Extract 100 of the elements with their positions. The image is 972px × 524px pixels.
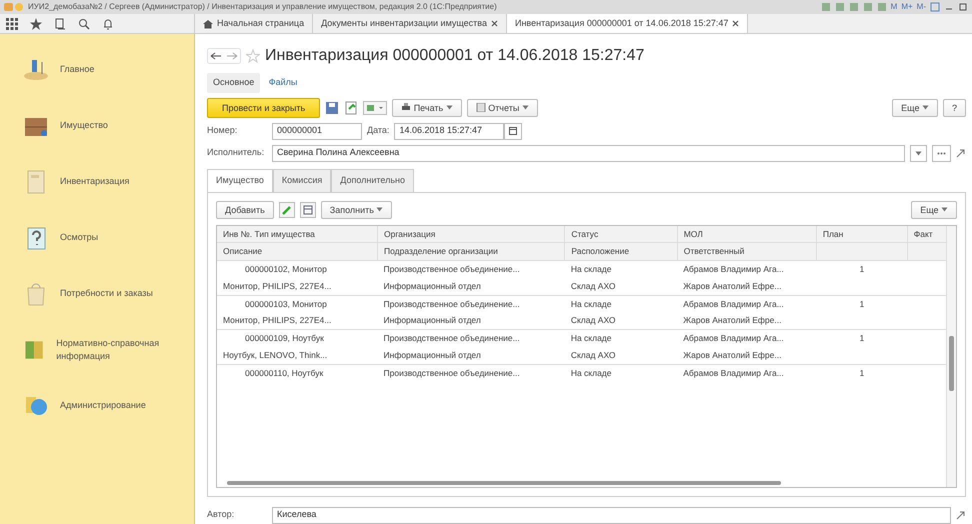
table-cell: Жаров Анатолий Ефре... [677,346,816,364]
field-label: Номер: [207,124,238,138]
memory-button[interactable]: M [890,1,898,13]
calendar-icon [509,127,518,135]
post-and-close-button[interactable]: Провести и закрыть [207,98,320,118]
bell-icon[interactable] [102,18,114,30]
sidebar-item[interactable]: Имущество [0,98,194,154]
sidebar-item[interactable]: Осмотры [0,210,194,266]
table-cell: Производственное объединение... [378,364,565,382]
more-button[interactable]: Еще [911,200,957,218]
table-cell: Производственное объединение... [378,330,565,347]
column-header: Организация [378,226,565,243]
table-cell: На складе [564,260,678,278]
field-label: Автор: [207,508,236,522]
caret-icon [941,207,948,212]
history-icon[interactable] [54,18,66,30]
table-cell: Производственное объединение... [378,260,565,278]
table-cell: Жаров Анатолий Ефре... [677,278,816,295]
table-cell: 000000102, Монитор [217,260,378,278]
document-icon[interactable] [344,100,358,114]
form-tab[interactable]: Комиссия [272,169,332,192]
table-cell: 1 [816,364,908,382]
column-header: Инв №. Тип имущества [217,226,378,243]
column-header: Описание [217,242,378,260]
sidebar-item[interactable]: Главное [0,42,194,98]
printer-icon [401,103,412,112]
table-cell: Абрамов Владимир Ага... [677,330,816,347]
table-icon[interactable] [300,202,316,218]
column-header: Подразделение организации [378,242,565,260]
close-icon[interactable] [490,20,498,27]
reports-button[interactable]: Отчеты [466,98,538,116]
column-header: Ответственный [677,242,816,260]
calendar-button[interactable] [504,122,522,140]
table-cell: Ноутбук, LENOVO, Think... [217,346,378,364]
help-button[interactable]: ? [942,98,966,116]
table-cell: Абрамов Владимир Ага... [677,295,816,312]
executor-field[interactable]: Сверина Полина Алексеевна [272,144,905,162]
star-icon[interactable] [30,18,42,30]
vertical-scrollbar[interactable] [946,226,956,486]
memory-button[interactable]: M+ [901,1,913,13]
date-field[interactable]: 14.06.2018 15:27:47 [394,122,504,140]
save-icon[interactable] [325,100,340,114]
table-cell: 1 [816,260,908,278]
caret-icon [522,105,529,110]
column-header: Расположение [564,242,678,260]
open-link-icon[interactable] [956,510,966,520]
table-cell: 000000110, Ноутбук [217,364,378,382]
window-title: ИУИ2_демобаза№2 / Сергеев (Администратор) / Инвентаризация и управление имуществом, редакция 2.0 (1С:Предприятие) [28,1,498,13]
search-icon[interactable] [78,18,90,30]
sidebar-item[interactable]: Инвентаризация [0,154,194,210]
table-cell: На складе [564,295,678,312]
print-button[interactable]: Печать [392,98,462,116]
table-cell: Абрамов Владимир Ага... [677,260,816,278]
table-cell: Информационный отдел [378,346,565,364]
maximize-icon[interactable] [958,2,968,12]
caret-icon [915,150,922,156]
menu-grid-icon[interactable] [6,18,18,30]
column-header: Статус [564,226,678,243]
pencil-icon[interactable] [278,202,295,218]
table-cell: Склад АХО [564,278,678,295]
table-cell: Монитор, PHILIPS, 227E4... [217,278,378,295]
table-cell: Информационный отдел [378,278,565,295]
dropdown-button[interactable] [910,144,927,162]
number-field[interactable]: 000000001 [272,122,362,140]
close-icon[interactable] [732,20,740,27]
section-link[interactable]: Основное [207,73,260,92]
sidebar-item[interactable]: Администрирование [0,378,194,434]
table-cell: Монитор, PHILIPS, 227E4... [217,312,378,330]
fill-button[interactable]: Заполнить [320,200,392,218]
home-icon [203,18,213,28]
add-button[interactable]: Добавить [216,200,274,218]
memory-button[interactable]: M- [916,1,926,13]
open-link-icon[interactable] [956,148,966,158]
horizontal-scrollbar[interactable] [227,480,782,484]
form-tab[interactable]: Дополнительно [331,169,414,192]
select-button[interactable] [932,144,951,162]
table-cell: На складе [564,330,678,347]
field-label: Исполнитель: [207,146,266,160]
field-label: Дата: [367,124,390,138]
more-button[interactable]: Еще [892,98,938,116]
table-cell: 000000109, Ноутбук [217,330,378,347]
ellipsis-icon [937,152,946,154]
window-icon[interactable] [930,2,940,12]
table-cell: 000000103, Монитор [217,295,378,312]
caret-icon [376,207,384,212]
sidebar-item[interactable]: Потребности и заказы [0,266,194,322]
table-cell: Информационный отдел [378,312,565,330]
column-header: План [816,226,908,243]
form-tab[interactable]: Имущество [207,169,273,192]
author-field[interactable]: Киселева [272,506,951,524]
table-cell: Склад АХО [564,346,678,364]
table-cell: 1 [816,330,908,347]
table-cell: 1 [816,295,908,312]
sidebar-item[interactable]: Нормативно-справочная информация [0,322,194,378]
page-tab[interactable]: Инвентаризация 000000001 от 14.06.2018 15:27:47 [506,14,748,33]
section-link[interactable]: Файлы [262,73,304,92]
structure-dropdown-icon[interactable] [363,100,388,114]
scroll-thumb[interactable] [949,336,954,390]
table-cell: Производственное объединение... [378,295,565,312]
star-icon[interactable] [246,49,260,63]
